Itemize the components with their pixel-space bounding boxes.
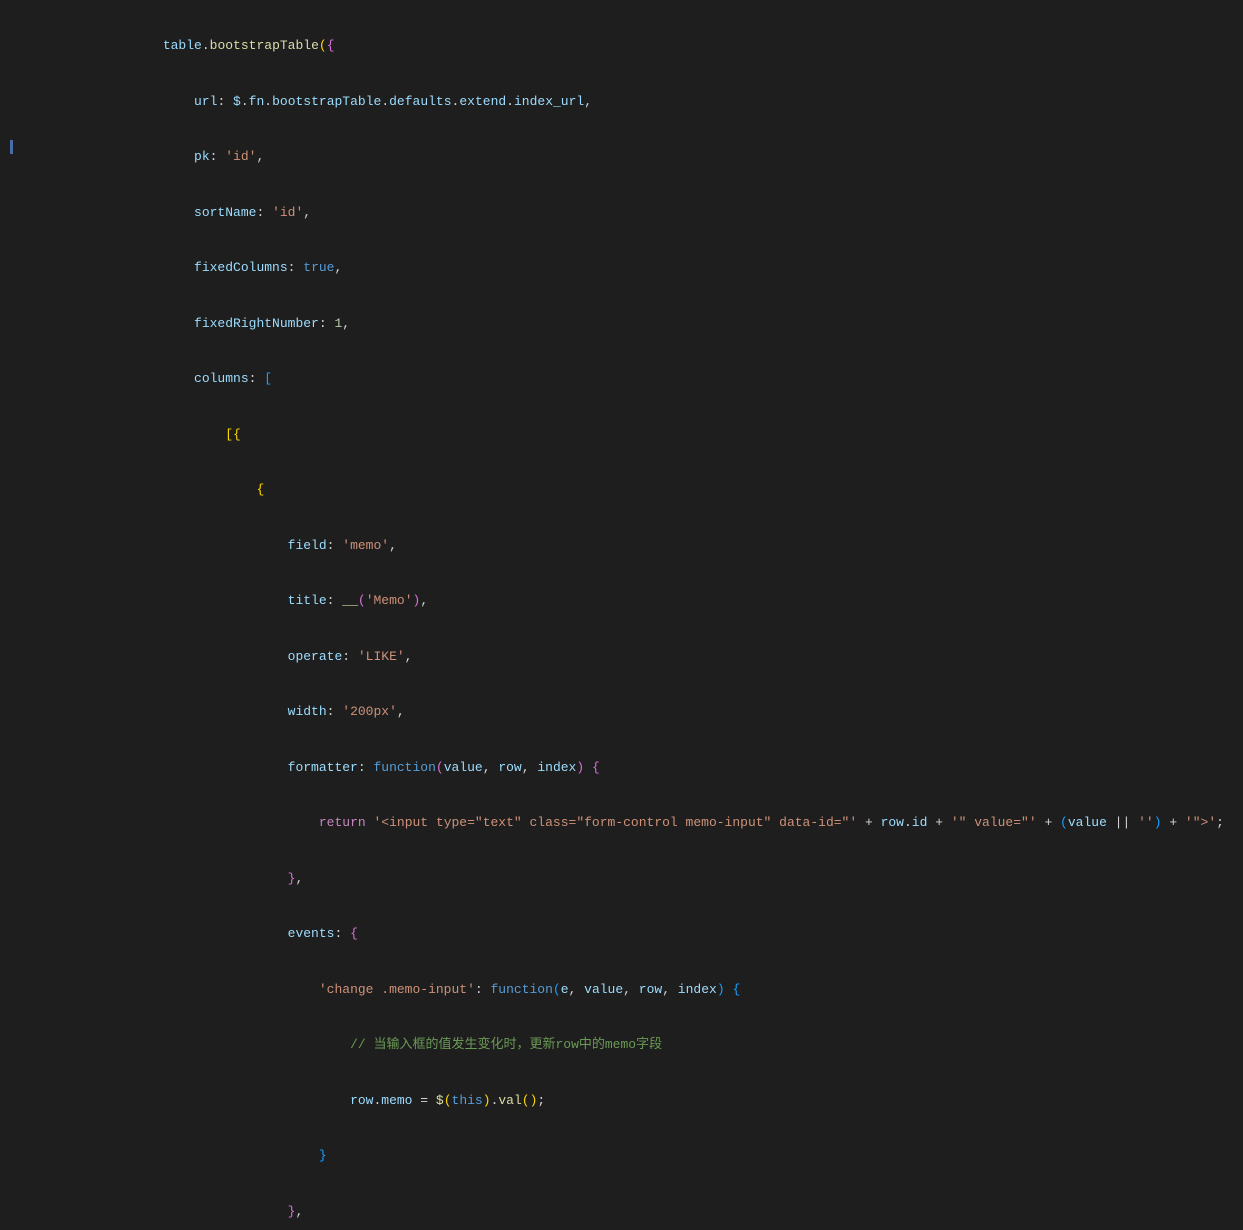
- token-prop: field: [288, 538, 327, 553]
- code-line[interactable]: row.memo = $(this).val();: [38, 1092, 1243, 1111]
- token-str: 'id': [225, 149, 256, 164]
- code-line[interactable]: fixedColumns: true,: [38, 259, 1243, 278]
- token-str: '': [1138, 815, 1154, 830]
- code-line[interactable]: {: [38, 481, 1243, 500]
- token-prop: width: [288, 704, 327, 719]
- token-prop: pk: [194, 149, 210, 164]
- token-str: 'Memo': [366, 593, 413, 608]
- minimap-marker: [10, 140, 13, 154]
- token-str: 'id': [272, 205, 303, 220]
- token-str: '200px': [342, 704, 397, 719]
- token-str: '" value="': [951, 815, 1037, 830]
- token-kw: function: [373, 760, 435, 775]
- code-line[interactable]: table.bootstrapTable({: [38, 37, 1243, 56]
- minimap-strip: [0, 0, 14, 615]
- code-line[interactable]: title: __('Memo'),: [38, 592, 1243, 611]
- token-func: __: [342, 593, 358, 608]
- token-prop: title: [288, 593, 327, 608]
- token-str: 'LIKE': [358, 649, 405, 664]
- token-func: bootstrapTable: [210, 38, 319, 53]
- code-line[interactable]: field: 'memo',: [38, 537, 1243, 556]
- token-str: '">': [1185, 815, 1216, 830]
- code-line[interactable]: }: [38, 1147, 1243, 1166]
- token-prop: operate: [288, 649, 343, 664]
- gutter: [14, 0, 32, 615]
- code-line[interactable]: 'change .memo-input': function(e, value,…: [38, 981, 1243, 1000]
- token-str: 'memo': [342, 538, 389, 553]
- token-prop: url: [194, 94, 217, 109]
- code-line[interactable]: },: [38, 870, 1243, 889]
- code-line[interactable]: width: '200px',: [38, 703, 1243, 722]
- code-line[interactable]: sortName: 'id',: [38, 204, 1243, 223]
- token-var: table: [163, 38, 202, 53]
- token-prop: sortName: [194, 205, 256, 220]
- code-line[interactable]: // 当输入框的值发生变化时，更新row中的memo字段: [38, 1036, 1243, 1055]
- code-line[interactable]: formatter: function(value, row, index) {: [38, 759, 1243, 778]
- token-prop: columns: [194, 371, 249, 386]
- token-prop: formatter: [288, 760, 358, 775]
- code-line[interactable]: url: $.fn.bootstrapTable.defaults.extend…: [38, 93, 1243, 112]
- token-bool: true: [303, 260, 334, 275]
- token-prop: fixedColumns: [194, 260, 288, 275]
- token-prop: events: [288, 926, 335, 941]
- code-line[interactable]: [{: [38, 426, 1243, 445]
- code-line[interactable]: pk: 'id',: [38, 148, 1243, 167]
- code-line[interactable]: columns: [: [38, 370, 1243, 389]
- token-prop: fixedRightNumber: [194, 316, 319, 331]
- code-line[interactable]: return '<input type="text" class="form-c…: [38, 814, 1243, 833]
- code-line[interactable]: operate: 'LIKE',: [38, 648, 1243, 667]
- token-comment: // 当输入框的值发生变化时，更新row中的memo字段: [350, 1037, 662, 1052]
- code-editor[interactable]: table.bootstrapTable({ url: $.fn.bootstr…: [32, 0, 1243, 615]
- token-kw: function: [491, 982, 553, 997]
- code-line[interactable]: events: {: [38, 925, 1243, 944]
- code-line[interactable]: fixedRightNumber: 1,: [38, 315, 1243, 334]
- code-line[interactable]: },: [38, 1203, 1243, 1222]
- token-str: '<input type="text" class="form-control …: [373, 815, 857, 830]
- token-kw: return: [319, 815, 366, 830]
- token-str: 'change .memo-input': [319, 982, 475, 997]
